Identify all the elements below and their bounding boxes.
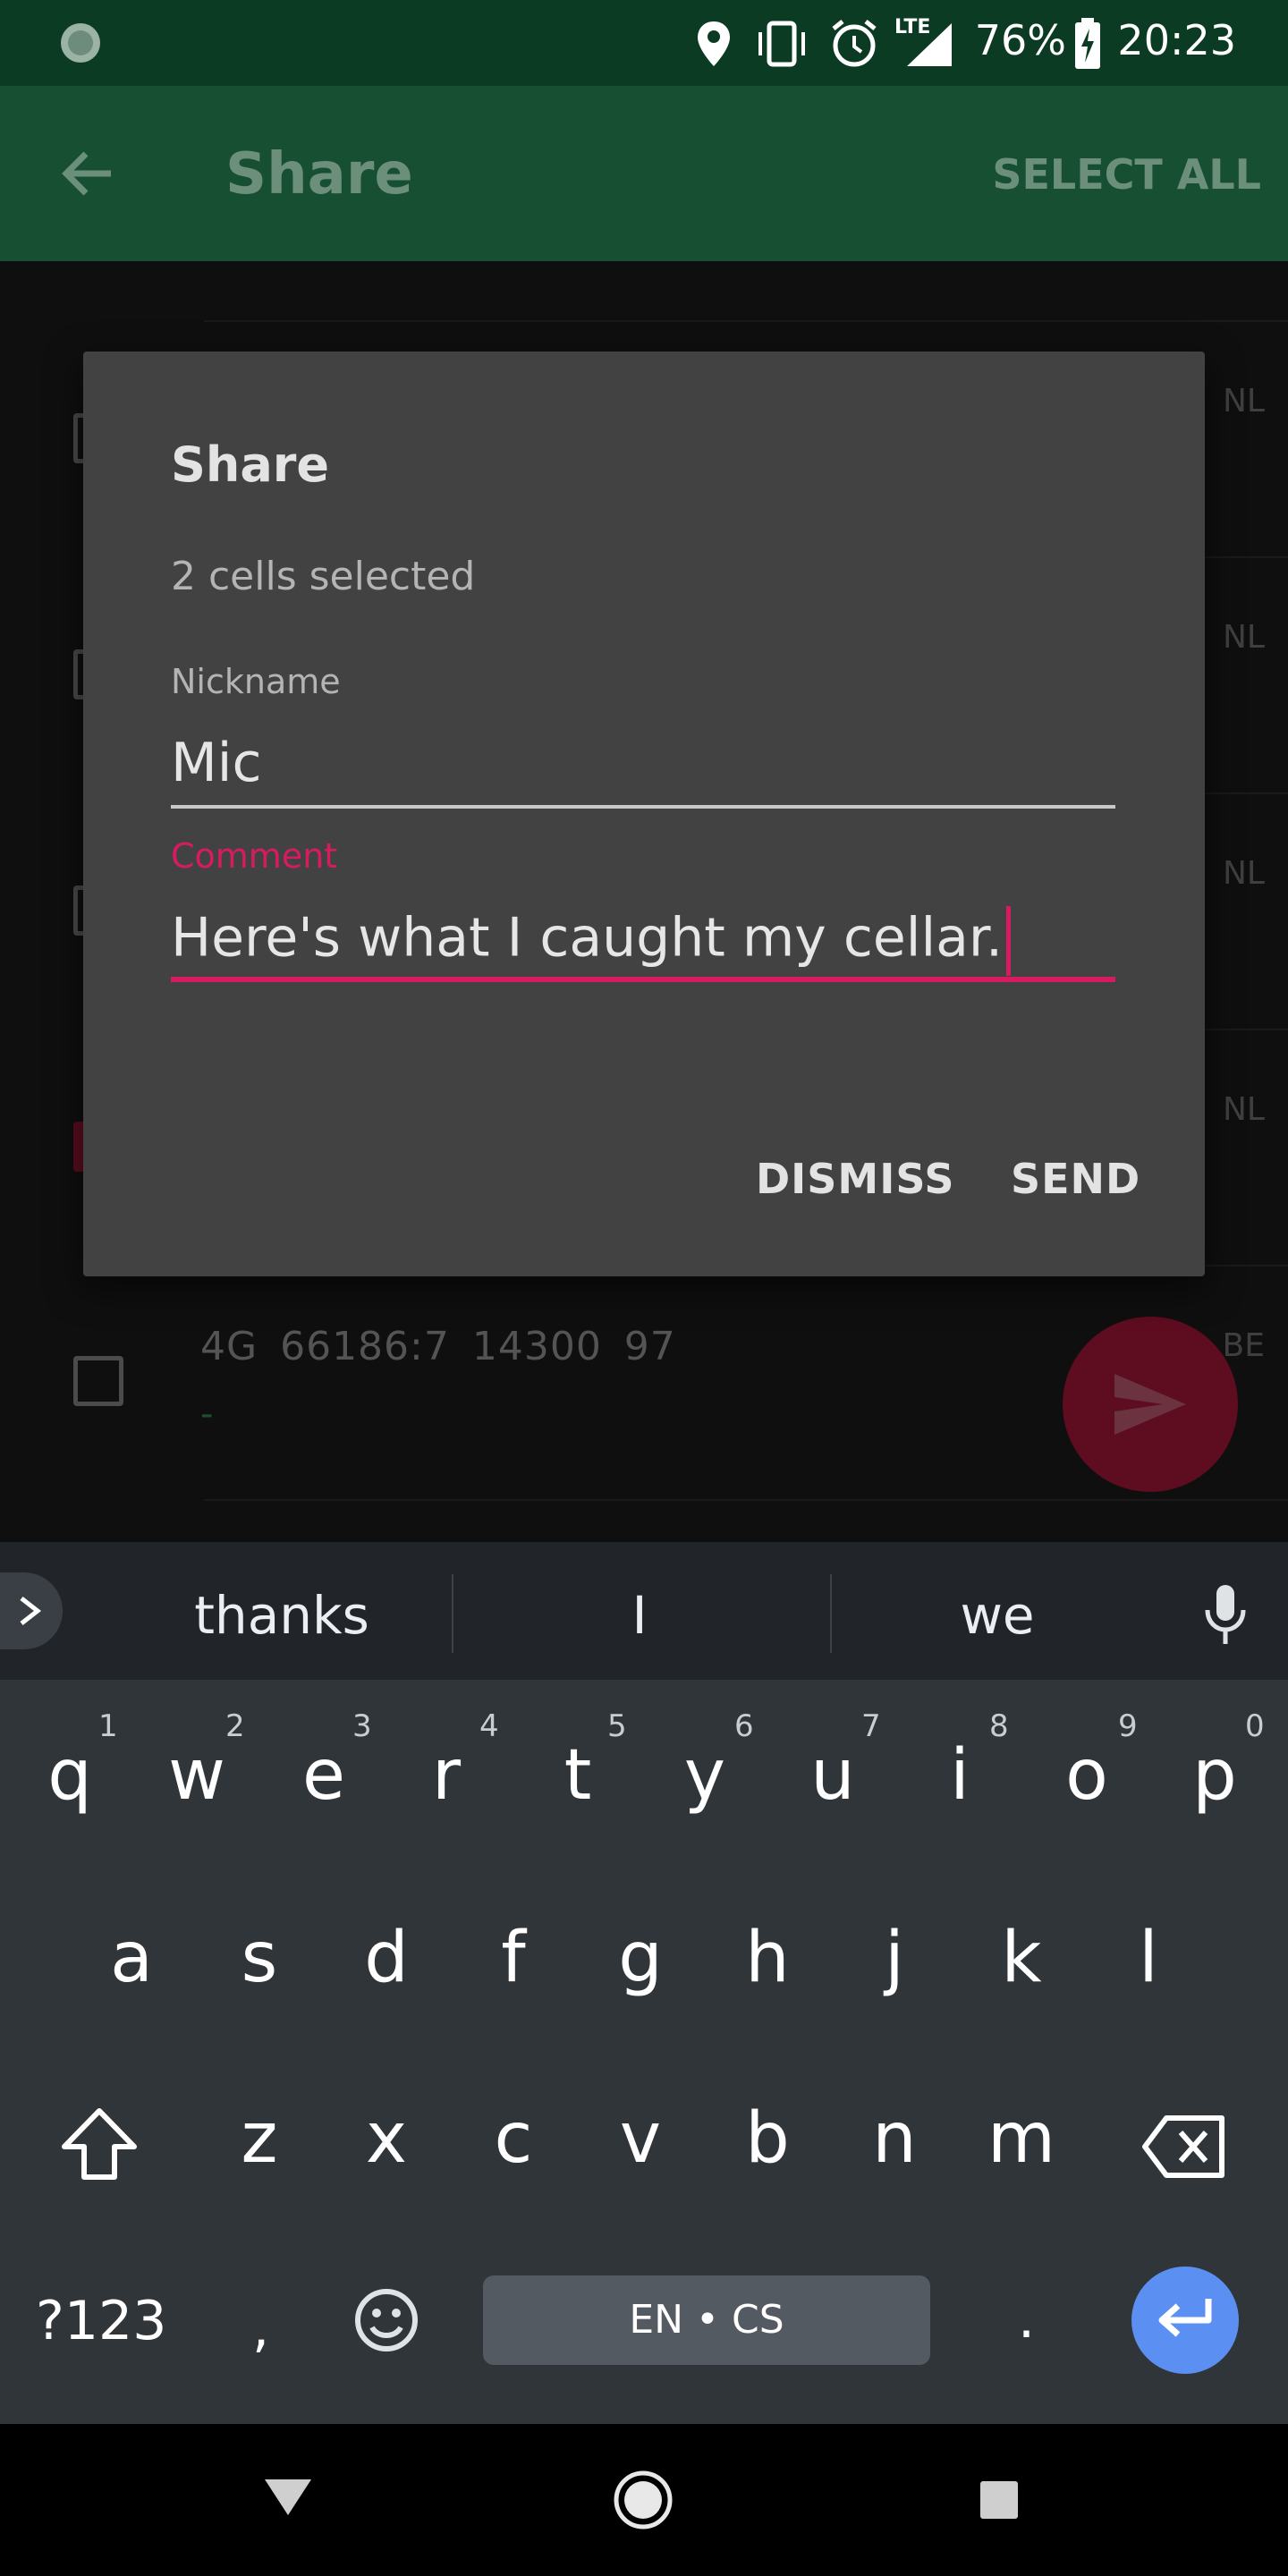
back-arrow-icon[interactable] (59, 145, 116, 202)
send-icon (1114, 1374, 1186, 1435)
comment-underline (171, 977, 1115, 982)
key-s[interactable]: s (210, 1918, 309, 1998)
key-c[interactable]: c (464, 2098, 563, 2179)
space-bar[interactable]: EN • CS (483, 2275, 930, 2365)
comment-text: Here's what I caught my cellar. (171, 906, 1004, 970)
alarm-icon (832, 20, 877, 67)
signal-icon (907, 23, 952, 66)
key-hint: 6 (734, 1708, 754, 1744)
key-hint: 4 (479, 1708, 499, 1744)
key-hint: 0 (1245, 1708, 1265, 1744)
key-e[interactable]: e (275, 1735, 373, 1816)
nickname-field[interactable]: Mic (171, 732, 261, 794)
share-dialog: Share 2 cells selected Nickname Mic Comm… (83, 352, 1205, 1276)
send-fab[interactable] (1063, 1317, 1238, 1492)
comment-label: Comment (171, 836, 338, 876)
key-t[interactable]: t (529, 1735, 627, 1816)
app-notification-icon (61, 23, 100, 63)
soft-keyboard: thanks I we q 1 w 2 e 3 r 4 t 5 y 6 u 7 … (0, 1542, 1288, 2424)
select-all-button[interactable]: SELECT ALL (992, 150, 1261, 199)
shift-icon[interactable] (59, 2106, 140, 2182)
emoji-icon[interactable] (352, 2286, 420, 2354)
key-q[interactable]: q (21, 1735, 119, 1816)
key-hint: 2 (225, 1708, 245, 1744)
row-tail-label: NL (1223, 855, 1265, 892)
backspace-icon[interactable] (1141, 2114, 1227, 2179)
key-b[interactable]: b (718, 2098, 817, 2179)
comment-field[interactable]: Here's what I caught my cellar. (171, 906, 1012, 976)
key-hint: 3 (352, 1708, 372, 1744)
dismiss-button[interactable]: DISMISS (756, 1155, 955, 1203)
key-hint: 1 (98, 1708, 118, 1744)
cell-comment-text: - (200, 1394, 214, 1435)
key-hint: 5 (607, 1708, 627, 1744)
status-clock: 20:23 (1117, 16, 1236, 64)
suggestion-divider (452, 1574, 453, 1653)
recents-nav-icon[interactable] (979, 2479, 1020, 2521)
dialog-subtitle: 2 cells selected (171, 554, 476, 599)
key-hint: 9 (1118, 1708, 1138, 1744)
key-z[interactable]: z (210, 2098, 309, 2179)
suggestion-strip: thanks I we (0, 1542, 1288, 1680)
status-bar: LTE 76% 20:23 (0, 0, 1288, 86)
key-k[interactable]: k (972, 1918, 1071, 1998)
period-key[interactable]: . (1018, 2288, 1035, 2351)
key-o[interactable]: o (1038, 1735, 1136, 1816)
key-y[interactable]: y (656, 1735, 754, 1816)
row-checkbox[interactable] (73, 1356, 123, 1406)
key-h[interactable]: h (718, 1918, 817, 1998)
key-u[interactable]: u (784, 1735, 882, 1816)
battery-charging-icon (1075, 18, 1100, 69)
key-hint: 7 (861, 1708, 881, 1744)
key-w[interactable]: w (148, 1735, 246, 1816)
text-cursor (1006, 906, 1012, 976)
key-l[interactable]: l (1099, 1918, 1198, 1998)
enter-icon (1158, 2299, 1212, 2337)
symbols-key[interactable]: ?123 (36, 2290, 166, 2352)
key-r[interactable]: r (397, 1735, 496, 1816)
vibrate-icon (758, 21, 805, 67)
nickname-label: Nickname (171, 662, 341, 701)
back-nav-icon[interactable] (263, 2476, 313, 2519)
enter-key[interactable] (1131, 2267, 1239, 2374)
row-tail-label: NL (1223, 383, 1265, 419)
row-divider (204, 320, 1288, 322)
key-a[interactable]: a (82, 1918, 181, 1998)
key-i[interactable]: i (911, 1735, 1009, 1816)
send-button[interactable]: SEND (1011, 1155, 1140, 1203)
location-icon (698, 21, 730, 66)
key-d[interactable]: d (337, 1918, 436, 1998)
row-tail-label: NL (1223, 1091, 1265, 1128)
battery-percent: 76% (974, 16, 1066, 64)
suggestion-1[interactable]: thanks (143, 1585, 420, 1646)
key-n[interactable]: n (845, 2098, 944, 2179)
comma-key[interactable]: , (252, 2297, 269, 2360)
nickname-underline (171, 805, 1115, 809)
suggestion-2[interactable]: I (501, 1585, 778, 1646)
suggestion-divider (830, 1574, 832, 1653)
app-bar: Share SELECT ALL (0, 86, 1288, 261)
key-v[interactable]: v (591, 2098, 690, 2179)
key-m[interactable]: m (972, 2098, 1071, 2179)
cell-info-text: 4G 66186:7 14300 97 (200, 1324, 676, 1369)
expand-suggestions-button[interactable] (0, 1572, 63, 1649)
page-title: Share (225, 141, 413, 208)
key-g[interactable]: g (591, 1918, 690, 1998)
key-f[interactable]: f (464, 1918, 563, 1998)
dialog-title: Share (171, 436, 330, 493)
key-hint: 8 (989, 1708, 1009, 1744)
row-tail-label: BE (1222, 1327, 1265, 1364)
home-nav-icon[interactable] (612, 2469, 674, 2531)
suggestion-3[interactable]: we (859, 1585, 1136, 1646)
chevron-right-icon (20, 1597, 42, 1625)
key-p[interactable]: p (1165, 1735, 1264, 1816)
navigation-bar (0, 2424, 1288, 2576)
key-j[interactable]: j (845, 1918, 944, 1998)
row-tail-label: NL (1223, 619, 1265, 656)
microphone-icon[interactable] (1202, 1583, 1249, 1648)
row-divider (204, 1499, 1288, 1501)
key-x[interactable]: x (337, 2098, 436, 2179)
